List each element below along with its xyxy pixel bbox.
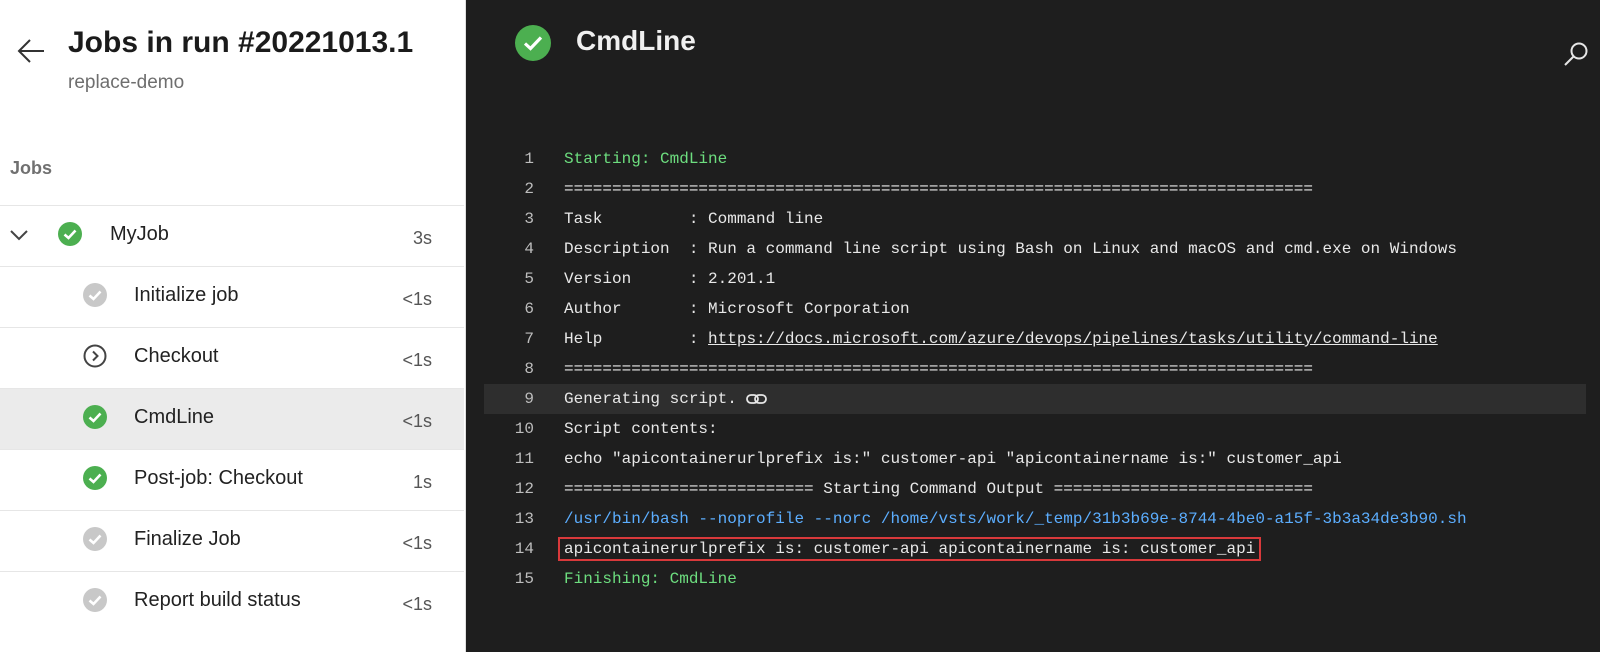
pipeline-name: replace-demo	[68, 72, 185, 93]
step-duration: <1s	[402, 411, 432, 431]
arrow-left-icon[interactable]	[14, 34, 48, 68]
line-text: echo "apicontainerurlprefix is:" custome…	[564, 450, 1342, 468]
step-duration: <1s	[402, 350, 432, 370]
jobs-heading: Jobs	[10, 158, 53, 178]
line-text: /usr/bin/bash --noprofile --norc /home/v…	[564, 510, 1467, 528]
help-label: Help :	[564, 330, 709, 348]
job-name: MyJob	[110, 223, 169, 245]
line-text: Help : https://docs.microsoft.com/azure/…	[564, 324, 1438, 354]
step-duration: 1s	[412, 472, 432, 492]
page-title: Jobs in run #20221013.1	[68, 26, 414, 59]
line-number: 3	[524, 210, 534, 228]
line-number: 1	[524, 150, 534, 168]
success-check-icon	[83, 405, 107, 429]
step-name: Initialize job	[134, 284, 239, 306]
line-text: apicontainerurlprefix is: customer-api a…	[557, 534, 1262, 564]
log-line: 3 Task : Command line	[484, 204, 1586, 234]
job-duration: 3s	[412, 228, 432, 248]
chevron-circle-icon	[83, 344, 107, 368]
log-line: 8 ======================================…	[484, 354, 1586, 384]
line-number: 15	[514, 570, 534, 588]
log-line: 1 Starting: CmdLine	[484, 144, 1586, 174]
line-text: Script contents:	[564, 420, 718, 438]
log-line: 4 Description : Run a command line scrip…	[484, 234, 1586, 264]
log-line: 10 Script contents:	[484, 414, 1586, 444]
line-text: ========================================…	[564, 360, 1313, 378]
job-row-myjob[interactable]: MyJob 3s	[0, 205, 464, 266]
log-line: 11 echo "apicontainerurlprefix is:" cust…	[484, 444, 1586, 474]
highlighted-output: apicontainerurlprefix is: customer-api a…	[557, 537, 1262, 561]
step-row-finalize-job[interactable]: Finalize Job <1s	[0, 510, 464, 571]
line-text: Description : Run a command line script …	[564, 240, 1457, 258]
step-name: Checkout	[134, 345, 219, 367]
success-check-icon	[515, 25, 551, 61]
help-link[interactable]: https://docs.microsoft.com/azure/devops/…	[708, 330, 1438, 348]
search-icon[interactable]	[1562, 40, 1590, 68]
step-row-post-job-checkout[interactable]: Post-job: Checkout 1s	[0, 449, 464, 510]
log-title: CmdLine	[576, 25, 696, 56]
line-content: Generating script.	[564, 390, 737, 408]
chevron-down-icon[interactable]	[10, 226, 28, 244]
line-number: 10	[514, 420, 534, 438]
line-text: ========================================…	[564, 180, 1313, 198]
step-name: Report build status	[134, 589, 301, 611]
line-number: 6	[524, 300, 534, 318]
skipped-check-icon	[83, 527, 107, 551]
line-number: 9	[524, 390, 534, 408]
step-name: CmdLine	[134, 406, 215, 428]
jobs-sidebar: Jobs in run #20221013.1 replace-demo Job…	[0, 0, 466, 652]
line-text: Version : 2.201.1	[564, 270, 776, 288]
skipped-check-icon	[83, 588, 107, 612]
log-panel: CmdLine 1 Starting: CmdLine 2 ==========…	[466, 0, 1600, 652]
line-text: Finishing: CmdLine	[564, 570, 737, 588]
log-line: 7 Help : https://docs.microsoft.com/azur…	[484, 324, 1586, 354]
line-number: 11	[514, 450, 534, 468]
log-line: 12 ========================== Starting C…	[484, 474, 1586, 504]
step-name: Post-job: Checkout	[134, 467, 303, 489]
line-number: 14	[514, 540, 534, 558]
step-name: Finalize Job	[134, 528, 241, 550]
line-number: 2	[524, 180, 534, 198]
log-line-highlighted[interactable]: 9 Generating script.	[484, 384, 1586, 414]
line-number: 12	[514, 480, 534, 498]
step-row-checkout[interactable]: Checkout <1s	[0, 327, 464, 388]
log-line: 15 Finishing: CmdLine	[484, 564, 1586, 594]
line-number: 8	[524, 360, 534, 378]
log-line: 2 ======================================…	[484, 174, 1586, 204]
success-check-icon	[58, 222, 82, 246]
log-line: 6 Author : Microsoft Corporation	[484, 294, 1586, 324]
line-number: 13	[514, 510, 534, 528]
log-line: 5 Version : 2.201.1	[484, 264, 1586, 294]
success-check-icon	[83, 466, 107, 490]
line-text: Author : Microsoft Corporation	[564, 300, 910, 318]
step-duration: <1s	[402, 533, 432, 553]
log-line: 13 /usr/bin/bash --noprofile --norc /hom…	[484, 504, 1586, 534]
line-number: 5	[524, 270, 534, 288]
link-icon[interactable]	[745, 391, 769, 407]
step-row-initialize-job[interactable]: Initialize job <1s	[0, 266, 464, 327]
line-text: Task : Command line	[564, 210, 824, 228]
step-duration: <1s	[402, 289, 432, 309]
line-text: ========================== Starting Comm…	[564, 480, 1313, 498]
log-line: 14 apicontainerurlprefix is: customer-ap…	[484, 534, 1586, 564]
line-number: 7	[524, 330, 534, 348]
step-duration: <1s	[402, 594, 432, 614]
line-number: 4	[524, 240, 534, 258]
skipped-check-icon	[83, 283, 107, 307]
step-row-report-build-status[interactable]: Report build status <1s	[0, 571, 464, 632]
line-text: Generating script.	[564, 384, 769, 414]
line-text: Starting: CmdLine	[564, 150, 728, 168]
step-row-cmdline[interactable]: CmdLine <1s	[0, 388, 464, 449]
